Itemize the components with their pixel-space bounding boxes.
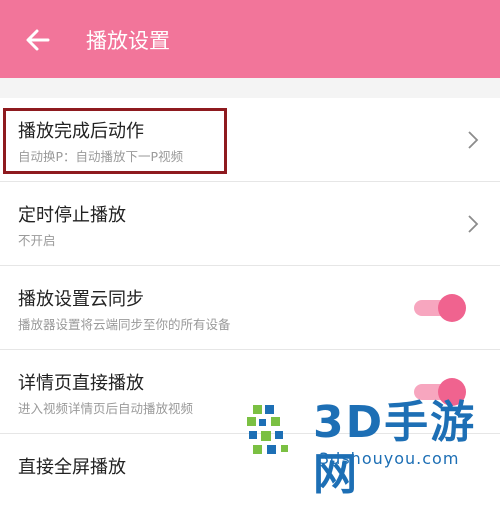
arrow-left-icon[interactable]: [24, 26, 52, 54]
highlight-annotation: [3, 108, 227, 174]
setting-title: 详情页直接播放: [18, 373, 144, 394]
chevron-right-icon: [466, 130, 480, 150]
setting-title: 直接全屏播放: [18, 457, 126, 478]
setting-title: 播放设置云同步: [18, 289, 144, 310]
setting-subtitle: 进入视频详情页后自动播放视频: [18, 401, 194, 416]
page-title: 播放设置: [86, 29, 170, 53]
setting-title: 定时停止播放: [18, 205, 126, 226]
chevron-right-icon: [466, 214, 480, 234]
watermark-url: 3dshouyou.com: [319, 449, 460, 468]
setting-cloud-sync: 播放设置云同步 播放器设置将云端同步至你的所有设备: [0, 266, 500, 350]
watermark-logo-icon: [245, 401, 307, 467]
cloud-sync-toggle[interactable]: [408, 294, 468, 322]
setting-subtitle: 播放器设置将云端同步至你的所有设备: [18, 317, 231, 332]
toggle-knob: [438, 294, 466, 322]
app-bar: 播放设置: [0, 0, 500, 78]
setting-subtitle: 不开启: [18, 233, 56, 248]
setting-sleep-timer[interactable]: 定时停止播放 不开启: [0, 182, 500, 266]
watermark: 3D手游网 3dshouyou.com: [235, 395, 500, 500]
